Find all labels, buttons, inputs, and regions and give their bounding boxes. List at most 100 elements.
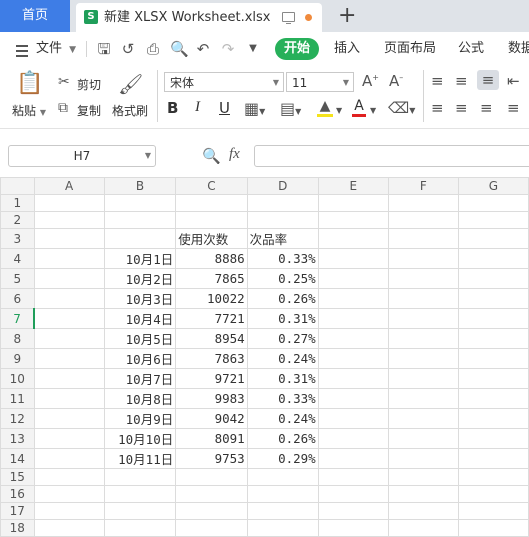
cell[interactable]: [33, 268, 105, 289]
eraser-icon[interactable]: ⌫▼: [388, 99, 415, 117]
cell[interactable]: [387, 368, 459, 389]
cell[interactable]: [33, 328, 105, 349]
chevron-down-icon[interactable]: ▼: [336, 106, 342, 115]
cell[interactable]: 10月10日: [103, 428, 177, 449]
column-header-e[interactable]: E: [317, 177, 389, 195]
indent-icon[interactable]: ⇤: [507, 72, 520, 90]
cell[interactable]: [317, 408, 389, 429]
cell[interactable]: [457, 248, 529, 269]
cell[interactable]: [457, 368, 529, 389]
cell[interactable]: 7721: [175, 308, 248, 329]
column-header-b[interactable]: B: [103, 177, 177, 195]
cell[interactable]: [317, 485, 389, 503]
font-name-select[interactable]: 宋体 ▼: [164, 72, 284, 92]
cell[interactable]: [387, 328, 459, 349]
row-header[interactable]: 4: [0, 248, 35, 269]
cell[interactable]: [175, 519, 248, 537]
chevron-down-icon[interactable]: ▼: [370, 106, 376, 115]
cell[interactable]: [387, 228, 459, 249]
cell[interactable]: [387, 248, 459, 269]
cell[interactable]: [457, 388, 529, 409]
cell[interactable]: [387, 468, 459, 486]
row-header[interactable]: 1: [0, 194, 35, 212]
column-header-a[interactable]: A: [33, 177, 105, 195]
cell[interactable]: 7863: [175, 348, 248, 369]
cell[interactable]: [317, 308, 389, 329]
cell[interactable]: [175, 502, 248, 520]
cell[interactable]: [103, 485, 177, 503]
menu-file[interactable]: 文件 ▼: [36, 32, 76, 67]
cell[interactable]: [317, 268, 389, 289]
cell[interactable]: [33, 519, 105, 537]
cell[interactable]: [317, 388, 389, 409]
row-header[interactable]: 12: [0, 408, 35, 429]
undo-icon[interactable]: ↶: [195, 41, 211, 57]
fx-button[interactable]: fx: [229, 146, 240, 163]
cell[interactable]: 0.31%: [246, 308, 319, 329]
cell[interactable]: [457, 268, 529, 289]
cell[interactable]: [175, 194, 248, 212]
cell[interactable]: [317, 519, 389, 537]
name-box[interactable]: H7 ▼: [8, 145, 156, 167]
justify-icon[interactable]: ≡: [507, 99, 520, 117]
cell[interactable]: 7865: [175, 268, 248, 289]
spreadsheet-grid[interactable]: ABCDEFG 1 2 3 使用次数 次品率 4 10月1日 8886 0.33% 5 10月2日 7…: [0, 177, 529, 537]
new-tab-button[interactable]: +: [338, 2, 356, 30]
cell[interactable]: [387, 485, 459, 503]
cell[interactable]: [317, 468, 389, 486]
cell[interactable]: [457, 228, 529, 249]
more-dropdown-icon[interactable]: ▼: [245, 41, 261, 57]
cell[interactable]: [387, 308, 459, 329]
formula-input[interactable]: [254, 145, 529, 167]
cell[interactable]: [246, 502, 319, 520]
cell[interactable]: [175, 485, 248, 503]
cell[interactable]: 10月2日: [103, 268, 177, 289]
tab-insert[interactable]: 插入: [334, 32, 360, 66]
decrease-font-icon[interactable]: A–: [389, 72, 403, 90]
cell[interactable]: [103, 519, 177, 537]
cell[interactable]: [246, 468, 319, 486]
cell[interactable]: [457, 448, 529, 469]
copy-button[interactable]: 复制: [77, 102, 101, 119]
unsaved-dot-icon[interactable]: [305, 14, 312, 21]
cell[interactable]: 0.25%: [246, 268, 319, 289]
tab-data[interactable]: 数据: [508, 32, 529, 66]
fill-color-icon[interactable]: ▲: [314, 99, 336, 119]
cell[interactable]: [387, 519, 459, 537]
cell[interactable]: [457, 428, 529, 449]
cell[interactable]: [387, 428, 459, 449]
cell[interactable]: 9721: [175, 368, 248, 389]
cell[interactable]: 使用次数: [175, 228, 248, 249]
export-icon[interactable]: ↺: [120, 41, 136, 57]
cell[interactable]: 0.24%: [246, 408, 319, 429]
format-painter-button[interactable]: 格式刷: [112, 102, 148, 119]
cell[interactable]: 0.31%: [246, 368, 319, 389]
cell[interactable]: [103, 468, 177, 486]
hamburger-icon[interactable]: [16, 45, 28, 57]
cell[interactable]: [387, 388, 459, 409]
cell[interactable]: [33, 408, 105, 429]
cell[interactable]: [246, 519, 319, 537]
align-left-icon[interactable]: ≡: [431, 99, 444, 117]
cell[interactable]: [457, 288, 529, 309]
row-header[interactable]: 15: [0, 468, 35, 486]
cell[interactable]: [457, 502, 529, 520]
row-header[interactable]: 17: [0, 502, 35, 520]
cell[interactable]: 10月3日: [103, 288, 177, 309]
row-header[interactable]: 18: [0, 519, 35, 537]
paste-button[interactable]: 粘贴 ▼: [12, 102, 46, 119]
cell[interactable]: [33, 288, 105, 309]
cell[interactable]: 9753: [175, 448, 248, 469]
cell[interactable]: [317, 368, 389, 389]
cell[interactable]: [33, 428, 105, 449]
cell[interactable]: [457, 408, 529, 429]
cell[interactable]: 0.26%: [246, 428, 319, 449]
row-header[interactable]: 9: [0, 348, 35, 369]
cell[interactable]: [33, 388, 105, 409]
row-header[interactable]: 8: [0, 328, 35, 349]
print-icon[interactable]: ⎙: [145, 41, 161, 57]
cell[interactable]: 0.24%: [246, 348, 319, 369]
underline-button[interactable]: U: [219, 99, 230, 117]
cell[interactable]: 0.26%: [246, 288, 319, 309]
cell[interactable]: 10月5日: [103, 328, 177, 349]
